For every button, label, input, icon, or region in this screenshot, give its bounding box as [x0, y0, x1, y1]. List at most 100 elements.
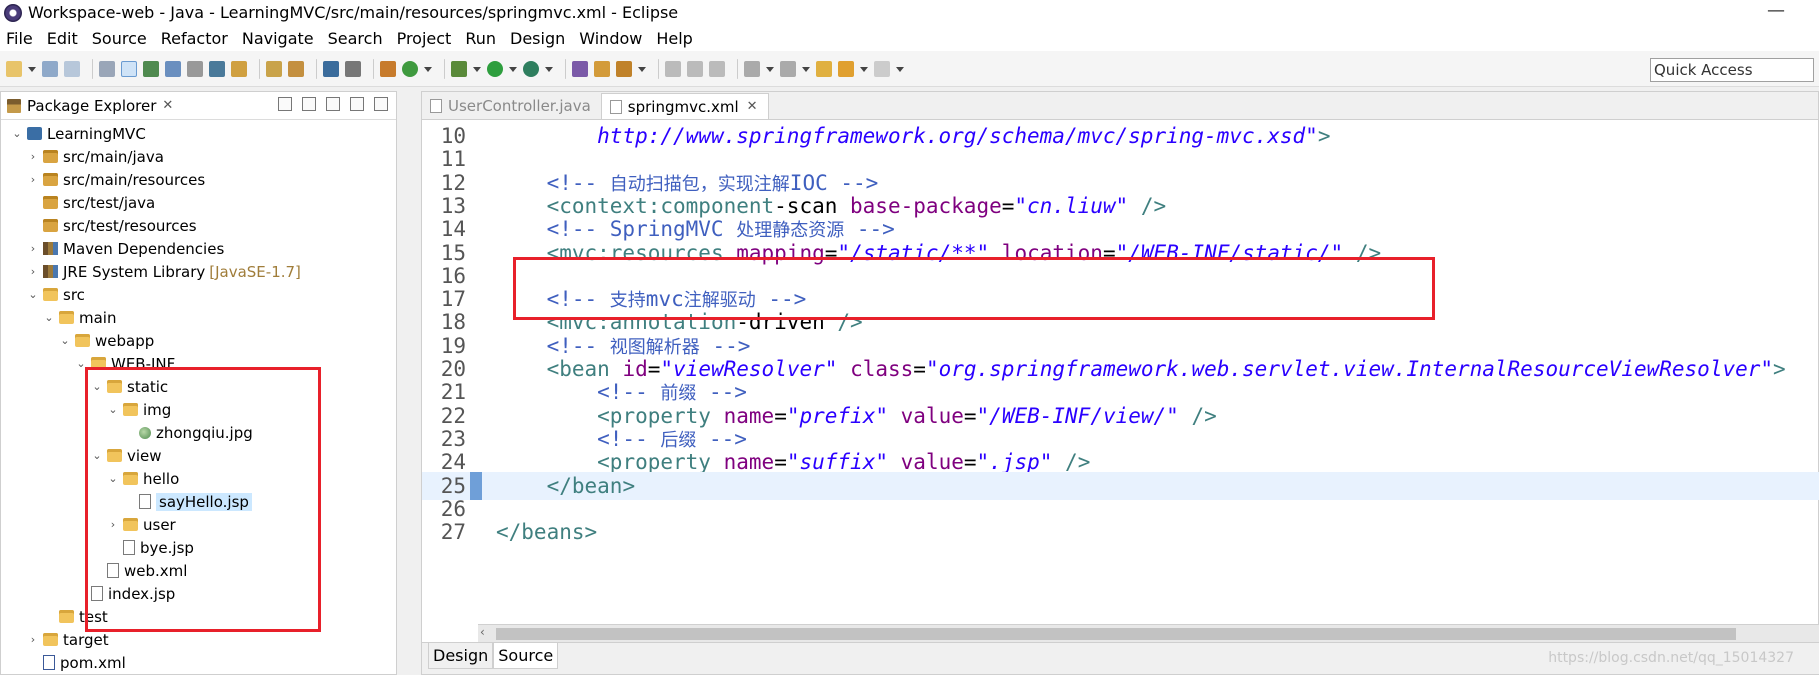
menu-refactor[interactable]: Refactor — [161, 29, 228, 48]
toggle-mark-icon[interactable] — [121, 60, 137, 77]
tree-item[interactable]: index.jsp — [1, 582, 396, 605]
console-icon[interactable] — [323, 60, 339, 77]
menu-window[interactable]: Window — [579, 29, 642, 48]
tree-item[interactable]: › src/main/resources — [1, 168, 396, 191]
tab-springmvc-xml[interactable]: springmvc.xml ✕ — [600, 93, 769, 119]
tree-item[interactable]: › user — [1, 513, 396, 536]
forward-icon[interactable] — [874, 60, 890, 77]
debug-dropdown-icon[interactable] — [473, 61, 481, 77]
menu-search[interactable]: Search — [328, 29, 383, 48]
menu-source[interactable]: Source — [92, 29, 147, 48]
tree-item[interactable]: › src/main/java — [1, 145, 396, 168]
refresh-dropdown-icon[interactable] — [424, 61, 432, 77]
build-icon[interactable] — [99, 60, 115, 77]
refresh-icon[interactable] — [402, 60, 418, 77]
external-tools-icon[interactable] — [523, 60, 539, 77]
tree-item[interactable]: ⌄ webapp — [1, 329, 396, 352]
collapsed-arrow-icon[interactable]: › — [107, 518, 119, 531]
next-annotation-dropdown-icon[interactable] — [766, 61, 774, 77]
expand-arrow-icon[interactable]: ⌄ — [59, 334, 71, 347]
external-tools-dropdown-icon[interactable] — [545, 61, 553, 77]
menu-project[interactable]: Project — [397, 29, 452, 48]
annotation-next-icon[interactable] — [687, 60, 703, 77]
back-icon[interactable] — [838, 60, 854, 77]
quick-access-field[interactable]: Quick Access — [1650, 58, 1814, 82]
collapsed-arrow-icon[interactable]: › — [27, 633, 39, 646]
task-icon[interactable] — [143, 60, 159, 77]
tree-item[interactable]: ⌄ img — [1, 398, 396, 421]
menu-edit[interactable]: Edit — [47, 29, 78, 48]
scroll-left-icon[interactable]: ‹ — [480, 625, 485, 639]
tab-package-explorer[interactable]: Package Explorer ✕ — [7, 97, 173, 115]
tree-item[interactable]: ⌄ main — [1, 306, 396, 329]
new-dropdown-icon[interactable] — [28, 61, 36, 77]
run-icon[interactable] — [487, 60, 503, 77]
tree-item[interactable]: web.xml — [1, 559, 396, 582]
debug-icon[interactable] — [451, 60, 467, 77]
tree-item[interactable]: bye.jsp — [1, 536, 396, 559]
menu-help[interactable]: Help — [656, 29, 692, 48]
close-icon[interactable]: ✕ — [162, 98, 173, 113]
run-dropdown-icon[interactable] — [509, 61, 517, 77]
tree-item[interactable]: ⌄ src — [1, 283, 396, 306]
tab-design[interactable]: Design — [428, 643, 494, 669]
code-editor[interactable]: 10 http://www.springframework.org/schema… — [422, 120, 1819, 602]
open-type-icon[interactable] — [231, 60, 247, 77]
menu-run[interactable]: Run — [465, 29, 496, 48]
maximize-view-icon[interactable] — [374, 97, 388, 111]
previous-annotation-icon[interactable] — [780, 60, 796, 77]
tree-item[interactable]: › target — [1, 628, 396, 651]
expand-arrow-icon[interactable]: ⌄ — [11, 127, 23, 140]
save-all-icon[interactable] — [64, 60, 80, 77]
save-icon[interactable] — [42, 60, 58, 77]
back-dropdown-icon[interactable] — [860, 61, 868, 77]
new-icon[interactable] — [6, 60, 22, 77]
tree-item[interactable]: › Maven Dependencies — [1, 237, 396, 260]
menu-navigate[interactable]: Navigate — [242, 29, 314, 48]
expand-arrow-icon[interactable]: ⌄ — [107, 403, 119, 416]
next-annotation-icon[interactable] — [744, 60, 760, 77]
link-with-editor-icon[interactable] — [302, 97, 316, 111]
print-icon[interactable] — [266, 60, 282, 77]
block-icon[interactable] — [187, 60, 203, 77]
horizontal-scrollbar[interactable]: ‹ — [478, 624, 1819, 642]
tab-usercontroller-java[interactable]: UserController.java — [422, 93, 601, 119]
tree-item[interactable]: test — [1, 605, 396, 628]
tree-item[interactable]: ⌄ view — [1, 444, 396, 467]
new-java-project-icon[interactable] — [572, 60, 588, 77]
scrollbar-thumb[interactable] — [496, 628, 1736, 640]
annotation-prev-icon[interactable] — [665, 60, 681, 77]
tree-item[interactable]: pom.xml — [1, 651, 396, 674]
menu-design[interactable]: Design — [510, 29, 565, 48]
tree-item[interactable]: › JRE System Library [JavaSE-1.7] — [1, 260, 396, 283]
view-menu-icon[interactable] — [326, 97, 340, 111]
tree-item[interactable]: src/test/java — [1, 191, 396, 214]
menu-file[interactable]: File — [6, 29, 33, 48]
web-browser-icon[interactable] — [209, 60, 225, 77]
close-icon[interactable]: ✕ — [747, 99, 758, 114]
expand-arrow-icon[interactable]: ⌄ — [91, 449, 103, 462]
package-icon[interactable] — [380, 60, 396, 77]
minimize-view-icon[interactable] — [350, 97, 364, 111]
minimize-button[interactable]: — — [1767, 0, 1785, 21]
skip-breakpoints-icon[interactable] — [345, 60, 361, 77]
collapsed-arrow-icon[interactable]: › — [27, 265, 39, 278]
expand-arrow-icon[interactable]: ⌄ — [75, 357, 87, 370]
forward-dropdown-icon[interactable] — [896, 61, 904, 77]
expand-arrow-icon[interactable]: ⌄ — [91, 380, 103, 393]
tree-item[interactable]: zhongqiu.jpg — [1, 421, 396, 444]
expand-arrow-icon[interactable]: ⌄ — [43, 311, 55, 324]
tree-item[interactable]: ⌄ WEB-INF — [1, 352, 396, 375]
last-edit-icon[interactable] — [816, 60, 832, 77]
tree-item[interactable]: ⌄ hello — [1, 467, 396, 490]
wand-icon[interactable] — [616, 60, 632, 77]
wand-dropdown-icon[interactable] — [638, 61, 646, 77]
open-folder-icon[interactable] — [594, 60, 610, 77]
tree-item[interactable]: sayHello.jsp — [1, 490, 396, 513]
collapsed-arrow-icon[interactable]: › — [27, 150, 39, 163]
previous-annotation-dropdown-icon[interactable] — [802, 61, 810, 77]
expand-arrow-icon[interactable]: ⌄ — [107, 472, 119, 485]
search-icon[interactable] — [288, 60, 304, 77]
tree-item[interactable]: ⌄ static — [1, 375, 396, 398]
javadoc-icon[interactable] — [165, 60, 181, 77]
